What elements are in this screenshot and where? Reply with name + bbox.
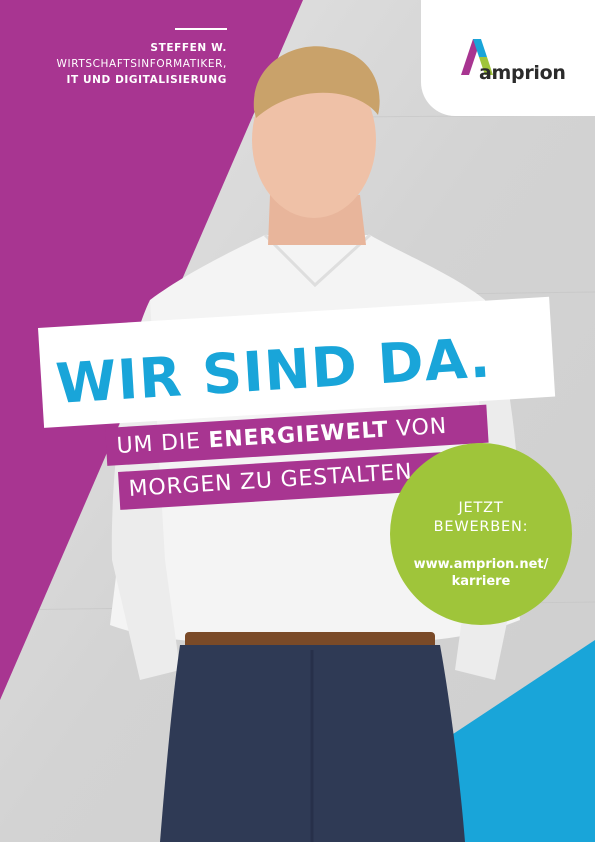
- recruiting-poster: STEFFEN W. WIRTSCHAFTSINFORMATIKER, IT U…: [0, 0, 595, 842]
- logo-card: [421, 0, 595, 116]
- subline-1-suffix: VON: [387, 413, 448, 443]
- apply-text-line1: JETZT: [458, 500, 504, 516]
- profile-caption: STEFFEN W. WIRTSCHAFTSINFORMATIKER, IT U…: [57, 28, 227, 88]
- career-url-line1: www.amprion.net/: [413, 557, 549, 572]
- caption-rule: [175, 28, 227, 30]
- profile-role-line2: IT UND DIGITALISIERUNG: [66, 74, 227, 86]
- career-url-line2: karriere: [451, 574, 511, 589]
- profile-name: STEFFEN W.: [150, 42, 227, 54]
- logo-wordmark: amprion: [479, 62, 566, 84]
- apply-text-line2: BEWERBEN:: [433, 519, 529, 535]
- profile-role-line1: WIRTSCHAFTSINFORMATIKER,: [56, 58, 227, 70]
- apply-badge: JETZT BEWERBEN: www.amprion.net/ karrier…: [390, 443, 572, 625]
